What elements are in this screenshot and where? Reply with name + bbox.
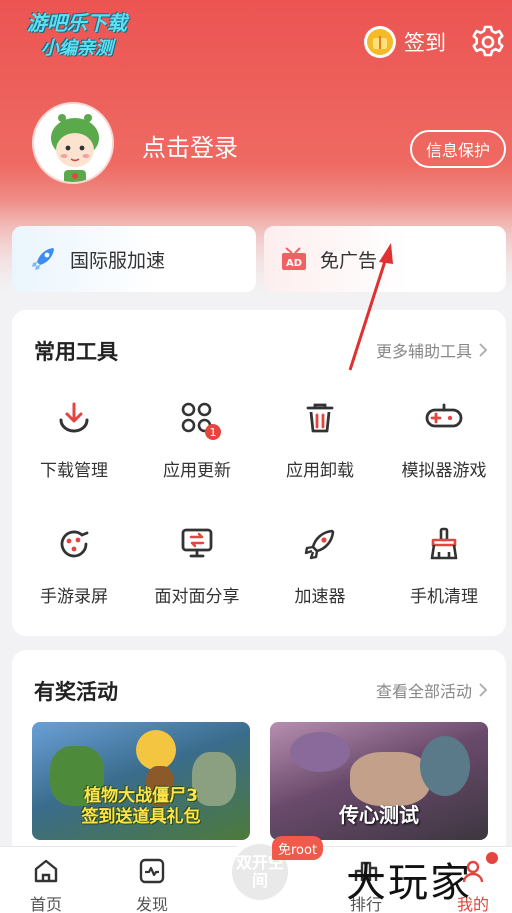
tool-label: 加速器 (294, 587, 346, 607)
rocket-icon (32, 248, 54, 270)
tool-label: 应用卸载 (286, 461, 354, 481)
banner-title: 传心测试 (339, 803, 419, 827)
tool-download-manager[interactable]: 下载管理 (12, 398, 136, 481)
brand-watermark: 大玩家 (346, 860, 472, 906)
nav-discover-label: 发现 (135, 895, 168, 913)
screen-record-icon (54, 524, 94, 564)
rocket-icon (300, 524, 340, 564)
svg-text:AD: AD (286, 258, 302, 269)
ad-icon: AD (282, 247, 306, 270)
tool-app-update[interactable]: 1 应用更新 (135, 398, 259, 481)
all-events-link[interactable]: 查看全部活动 (376, 678, 488, 702)
no-root-tag: 免root (272, 836, 324, 860)
tool-face-share[interactable]: 面对面分享 (135, 524, 259, 607)
watermark-line2: 小编亲测 (41, 38, 113, 59)
intl-accelerate-card[interactable]: 国际服加速 (12, 226, 256, 292)
broom-icon (424, 524, 464, 564)
tool-label: 手游录屏 (40, 587, 108, 607)
more-tools-label: 更多辅助工具 (375, 342, 472, 361)
avatar[interactable] (32, 102, 114, 184)
nav-home[interactable]: 首页 (16, 857, 76, 913)
event-banner-test[interactable]: 传心测试 (270, 722, 488, 840)
tool-label: 下载管理 (40, 461, 108, 481)
tool-label: 面对面分享 (154, 587, 240, 607)
tools-card: 常用工具 更多辅助工具 下载管理 1 应用更新 应用卸载 模拟器游戏 手游录屏 (12, 310, 506, 636)
tool-label: 模拟器游戏 (401, 461, 487, 481)
download-icon (54, 398, 94, 438)
face-share-icon (177, 524, 217, 564)
signin-label: 签到 (404, 31, 446, 55)
all-events-label: 查看全部活动 (375, 682, 472, 701)
no-ads-card[interactable]: AD 免广告 (264, 226, 506, 292)
trash-icon (300, 398, 340, 438)
app-update-icon: 1 (177, 398, 221, 440)
home-icon (34, 859, 58, 883)
tool-label: 手机清理 (410, 587, 478, 607)
gear-icon[interactable] (470, 24, 506, 60)
info-protect-button[interactable]: 信息保护 (410, 130, 506, 168)
watermark-logo: 游吧乐下载 小编亲测 (12, 10, 142, 62)
login-link[interactable]: 点击登录 (142, 128, 238, 163)
tool-label: 应用更新 (163, 461, 231, 481)
banner-line2: 签到送道具礼包 (81, 807, 201, 827)
banner-line1: 植物大战僵尸3 (84, 786, 198, 806)
chevron-right-icon (479, 683, 488, 697)
tool-emulator-games[interactable]: 模拟器游戏 (382, 398, 506, 481)
discover-icon (139, 858, 165, 884)
nav-discover[interactable]: 发现 (122, 857, 182, 913)
notification-dot (486, 852, 498, 864)
gift-icon (364, 26, 396, 58)
events-title: 有奖活动 (34, 680, 118, 704)
nav-home-label: 首页 (29, 895, 62, 913)
gamepad-icon (424, 398, 464, 438)
event-banner-pvz[interactable]: 植物大战僵尸3 签到送道具礼包 (32, 722, 250, 840)
chevron-right-icon (479, 343, 488, 357)
tool-phone-clean[interactable]: 手机清理 (382, 524, 506, 607)
banner-title: 植物大战僵尸3 签到送道具礼包 (32, 786, 250, 828)
signin-button[interactable]: 签到 (364, 26, 446, 58)
tool-screen-record[interactable]: 手游录屏 (12, 524, 136, 607)
no-ads-label: 免广告 (320, 249, 378, 272)
tool-accelerator[interactable]: 加速器 (258, 524, 382, 607)
tool-app-uninstall[interactable]: 应用卸载 (258, 398, 382, 481)
intl-accelerate-label: 国际服加速 (70, 249, 166, 272)
update-count-badge: 1 (205, 424, 221, 440)
watermark-line1: 游吧乐下载 (27, 11, 127, 35)
more-tools-link[interactable]: 更多辅助工具 (376, 338, 488, 362)
tools-title: 常用工具 (34, 340, 118, 364)
